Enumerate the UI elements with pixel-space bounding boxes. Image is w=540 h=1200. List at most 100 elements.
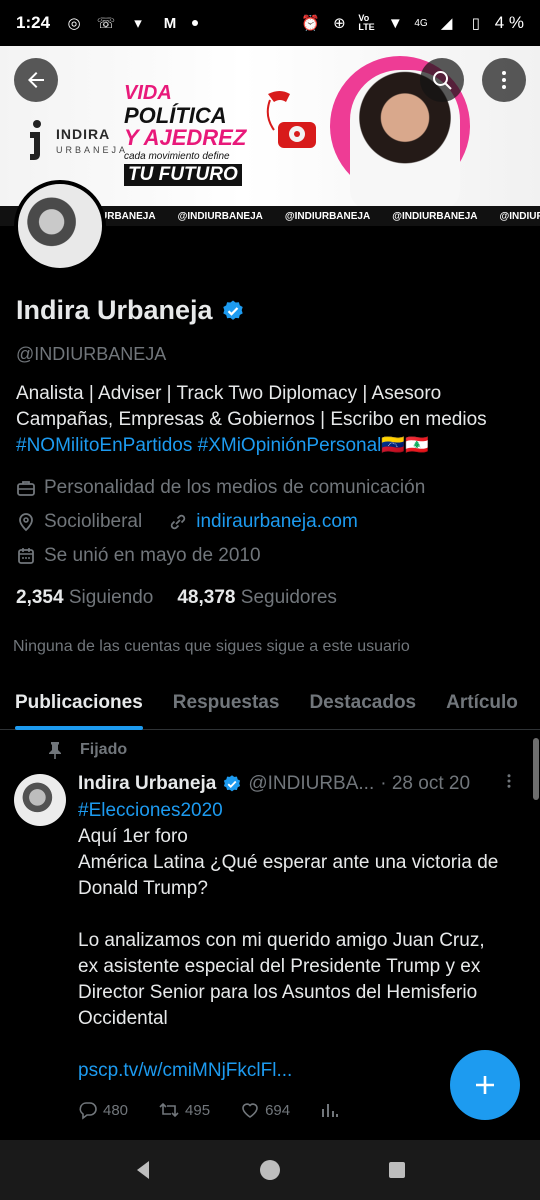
post-date: · 28 oct 20 (380, 773, 471, 794)
reply-button[interactable]: 480 (78, 1100, 128, 1120)
nav-back-icon[interactable] (131, 1158, 155, 1182)
banner-logo-name: INDIRA (56, 126, 111, 142)
post-line: Occidental (78, 1008, 168, 1029)
tab-articulos[interactable]: Artículo (431, 676, 533, 730)
location-label: Socioliberal (44, 511, 143, 532)
reply-count: 480 (103, 1101, 129, 1119)
post-line: Aquí 1er foro (78, 826, 188, 847)
profile-location-website: Socioliberal indiraurbaneja.com (16, 511, 358, 533)
headline-line-5: TU FUTURO (124, 164, 242, 186)
strip-item: @INDIURBANEJA (499, 210, 540, 222)
post-header: Indira Urbaneja @INDIURBA... · 28 oct 20 (78, 772, 518, 796)
volte-label: Vo LTE (358, 13, 375, 32)
strip-item: @INDIURBANEJA (284, 210, 371, 222)
category-label: Personalidad de los medios de comunicaci… (44, 477, 426, 498)
alarm-icon: ⏰ (301, 15, 320, 32)
tab-respuestas[interactable]: Respuestas (158, 676, 295, 730)
pinned-label: Fijado (80, 741, 128, 758)
headline-line-1: VIDA (124, 82, 172, 104)
search-button[interactable] (420, 58, 464, 102)
nav-recents-icon[interactable] (385, 1158, 409, 1182)
missed-call-icon: ☏ (96, 15, 116, 32)
status-time: 1:24 (16, 13, 51, 32)
scrollbar-thumb[interactable] (533, 738, 539, 800)
calendar-icon (18, 548, 34, 564)
status-bar: 1:24 ◎ ☏ ▾ M ⏰ ⊕ Vo LTE ▼ 4G ◢ ▯ 4 % (0, 0, 540, 46)
more-vertical-icon (502, 71, 506, 89)
strip-item: @INDIURBANEJA (177, 210, 263, 222)
gmail-icon: M (163, 14, 177, 32)
search-icon (433, 71, 452, 90)
profile-name-row: Indira Urbaneja (16, 295, 245, 326)
nav-home-icon[interactable] (258, 1158, 282, 1182)
headline-line-3: Y AJEDREZ (124, 125, 247, 150)
headline-line-2: POLÍTICA (124, 103, 227, 128)
banner-headline: VIDA POLÍTICA Y AJEDREZ cada movimiento … (124, 82, 264, 186)
post-body[interactable]: #Elecciones2020 Aquí 1er foro América La… (78, 798, 528, 1084)
repost-count: 495 (185, 1101, 211, 1119)
website-link[interactable]: indiraurbaneja.com (196, 511, 358, 533)
link-icon (171, 514, 186, 530)
post-author[interactable]: Indira Urbaneja (78, 773, 216, 795)
profile-category: Personalidad de los medios de comunicaci… (16, 477, 425, 499)
profile-tabs: Publicaciones Respuestas Destacados Artí… (0, 676, 540, 730)
bio-hashtags-line: #NOMilitoEnPartidos #XMiOpiniónPersonal🇻… (16, 433, 526, 459)
follow-counts: 2,354 Siguiendo 48,378 Seguidores (16, 587, 337, 609)
post-actions: 480 495 694 (78, 1100, 478, 1120)
following-link[interactable]: 2,354 Siguiendo (16, 587, 153, 609)
no-known-followers: Ninguna de las cuentas que sigues sigue … (13, 638, 410, 655)
post-line: Lo analizamos con mi querido amigo Juan … (78, 930, 485, 951)
network-type: 4G (414, 17, 428, 29)
signal-icon: ◢ (440, 15, 453, 32)
tab-destacados[interactable]: Destacados (294, 676, 431, 730)
post-line: ex asistente especial del Presidente Tru… (78, 956, 481, 977)
headline-line-4: cada movimiento define (124, 151, 230, 162)
pin-icon (49, 742, 61, 759)
post-line: Director Senior para los Asuntos del Hem… (78, 982, 478, 1003)
post-line: Donald Trump? (78, 878, 208, 899)
briefcase-icon (17, 481, 35, 496)
more-vertical-icon (507, 774, 511, 788)
profile-handle: @INDIURBANEJA (16, 344, 167, 364)
post-more-button[interactable] (500, 772, 518, 796)
profile-bio: Analista | Adviser | Track Two Diplomacy… (16, 381, 526, 459)
post-handle: @INDIURBA... (248, 773, 375, 794)
strip-item: URBANEJA (100, 210, 156, 222)
notification-dot-icon (192, 20, 199, 26)
joined-label: Se unió en mayo de 2010 (44, 545, 261, 566)
repost-icon (159, 1102, 179, 1118)
heart-icon (242, 1103, 258, 1118)
like-button[interactable]: 694 (240, 1100, 290, 1120)
bio-flags: 🇻🇪🇱🇧 (381, 435, 429, 456)
profile-joined: Se unió en mayo de 2010 (16, 545, 261, 567)
battery-percent: 4 % (494, 13, 524, 32)
back-button[interactable] (14, 58, 58, 102)
battery-icon: ▯ (471, 15, 480, 32)
indira-logo-icon (30, 120, 41, 160)
views-button[interactable] (320, 1100, 340, 1120)
followers-count: 48,378 (177, 587, 236, 608)
post-avatar[interactable] (14, 774, 66, 826)
bio-hashtags[interactable]: #NOMilitoEnPartidos #XMiOpiniónPersonal (16, 435, 381, 456)
reply-icon (79, 1102, 97, 1120)
following-count: 2,354 (16, 587, 64, 608)
profile-name: Indira Urbaneja (16, 295, 213, 325)
red-telephone-icon (266, 91, 316, 148)
system-nav-bar (0, 1140, 540, 1200)
banner-logo-sub: URBANEJA (56, 145, 129, 155)
profile-avatar[interactable] (14, 180, 106, 272)
post-hashtag[interactable]: #Elecciones2020 (78, 798, 528, 824)
compose-post-button[interactable] (450, 1050, 520, 1120)
verified-badge-icon[interactable] (221, 299, 245, 323)
followers-label: Seguidores (240, 587, 337, 608)
more-options-button[interactable] (482, 58, 526, 102)
like-count: 694 (265, 1101, 291, 1119)
repost-button[interactable]: 495 (158, 1100, 210, 1120)
location-pin-icon (19, 513, 33, 532)
followers-link[interactable]: 48,378 Seguidores (177, 587, 337, 609)
bio-line: Campañas, Empresas & Gobiernos | Escribo… (16, 409, 487, 430)
tab-publicaciones[interactable]: Publicaciones (0, 676, 158, 730)
data-saver-icon: ⊕ (333, 15, 346, 32)
strip-item: @INDIURBANEJA (392, 210, 478, 222)
plus-icon (476, 1076, 494, 1094)
